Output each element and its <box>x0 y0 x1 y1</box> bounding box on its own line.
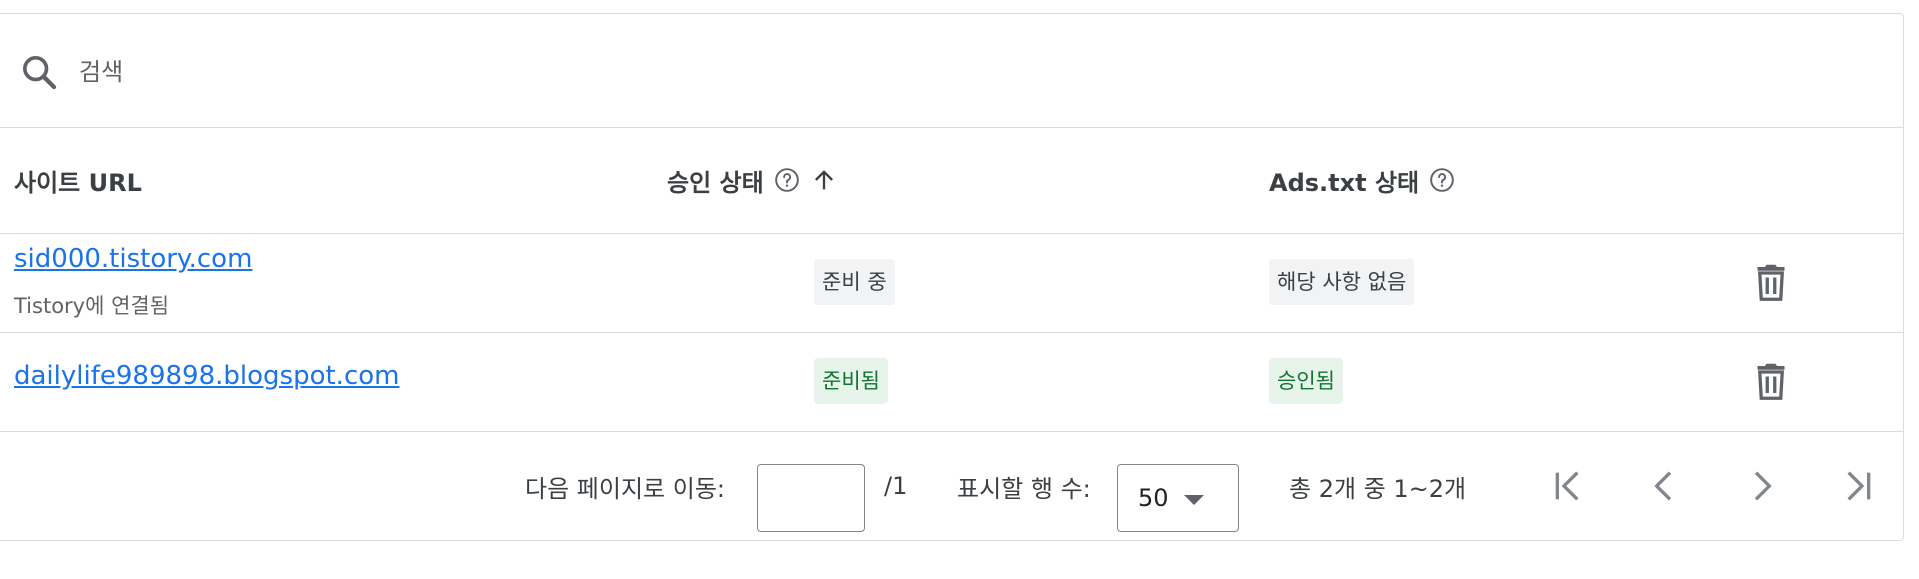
column-header-ads-txt-status-label: Ads.txt 상태 <box>1269 168 1420 197</box>
trash-icon[interactable] <box>1753 361 1789 401</box>
sites-table-card: 사이트 URL 승인 상태 Ads.txt 상태 sid000.tis <box>0 13 1904 541</box>
site-url-link[interactable]: dailylife989898.blogspot.com <box>14 361 399 391</box>
chevron-right-icon[interactable] <box>1741 466 1781 506</box>
approval-status-badge: 준비 중 <box>814 259 895 305</box>
column-header-site-url-label: 사이트 URL <box>14 168 142 197</box>
search-icon[interactable] <box>19 52 59 92</box>
site-connection-note: Tistory에 연결됨 <box>14 294 170 318</box>
caret-down-icon <box>1184 495 1204 505</box>
table-row: sid000.tistory.com Tistory에 연결됨 준비 중 해당 … <box>0 234 1903 333</box>
arrow-up-icon[interactable] <box>810 166 838 194</box>
rows-per-page-select[interactable]: 50 <box>1117 464 1239 532</box>
total-pages-label: /1 <box>884 472 908 500</box>
column-header-site-url[interactable]: 사이트 URL <box>14 127 142 233</box>
page-range-text: 총 2개 중 1~2개 <box>1289 474 1467 503</box>
page-number-input[interactable] <box>757 464 865 532</box>
search-bar <box>0 14 1903 128</box>
pagination-bar: 다음 페이지로 이동: /1 표시할 행 수: 50 총 2개 중 1~2개 <box>0 432 1903 540</box>
table-header: 사이트 URL 승인 상태 Ads.txt 상태 <box>0 127 1903 234</box>
rows-per-page-label: 표시할 행 수: <box>957 474 1091 503</box>
search-input[interactable] <box>79 54 679 90</box>
rows-per-page-value: 50 <box>1138 484 1169 512</box>
trash-icon[interactable] <box>1753 262 1789 302</box>
go-to-page-label: 다음 페이지로 이동: <box>525 474 725 503</box>
last-page-icon[interactable] <box>1837 466 1877 506</box>
approval-status-badge: 준비됨 <box>814 358 888 404</box>
ads-txt-status-badge: 해당 사항 없음 <box>1269 259 1415 305</box>
column-header-approval-status[interactable]: 승인 상태 <box>667 127 838 233</box>
first-page-icon[interactable] <box>1549 466 1589 506</box>
ads-txt-status-badge: 승인됨 <box>1269 358 1343 404</box>
help-circle-icon[interactable] <box>1429 167 1455 193</box>
column-header-approval-status-label: 승인 상태 <box>667 168 764 197</box>
site-url-link[interactable]: sid000.tistory.com <box>14 244 252 274</box>
help-circle-icon[interactable] <box>774 167 800 193</box>
chevron-left-icon[interactable] <box>1645 466 1685 506</box>
column-header-ads-txt-status[interactable]: Ads.txt 상태 <box>1269 127 1455 233</box>
table-row: dailylife989898.blogspot.com 준비됨 승인됨 <box>0 333 1903 432</box>
